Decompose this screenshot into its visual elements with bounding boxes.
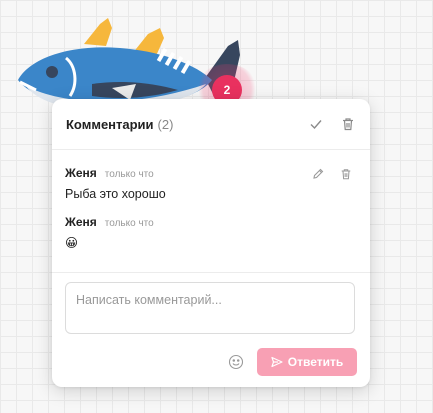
check-icon[interactable] — [308, 116, 324, 132]
panel-count: (2) — [157, 116, 174, 132]
trash-icon[interactable] — [338, 166, 354, 182]
comments-panel: Комментарии (2) Женя только что Рыба это… — [52, 99, 370, 387]
comment-author: Женя — [65, 215, 97, 229]
smiley-icon[interactable] — [228, 354, 244, 370]
send-icon — [271, 356, 283, 368]
comment-emoji: 😀 — [65, 236, 79, 250]
comment-input[interactable]: Написать комментарий... — [65, 282, 355, 334]
reply-button-label: Ответить — [287, 355, 344, 369]
comment-list: Женя только что Рыба это хорошо Женя тол… — [52, 150, 370, 252]
comment-actions — [310, 166, 354, 182]
comment-author: Женя — [65, 166, 97, 180]
comment-timestamp: только что — [104, 218, 154, 229]
comment-timestamp: только что — [104, 169, 154, 180]
comment-text: Рыба это хорошо — [65, 187, 166, 201]
comment-meta: Женя только что — [65, 215, 356, 229]
trash-icon[interactable] — [340, 116, 356, 132]
reply-button[interactable]: Ответить — [257, 348, 357, 376]
composer-divider — [52, 272, 370, 273]
comment-item: Женя только что 😀 — [65, 215, 356, 252]
panel-title: Комментарии — [66, 116, 154, 132]
header-actions — [308, 116, 356, 132]
pencil-icon[interactable] — [310, 166, 326, 182]
panel-header: Комментарии (2) — [52, 99, 370, 150]
comment-item: Женя только что Рыба это хорошо — [65, 166, 356, 201]
